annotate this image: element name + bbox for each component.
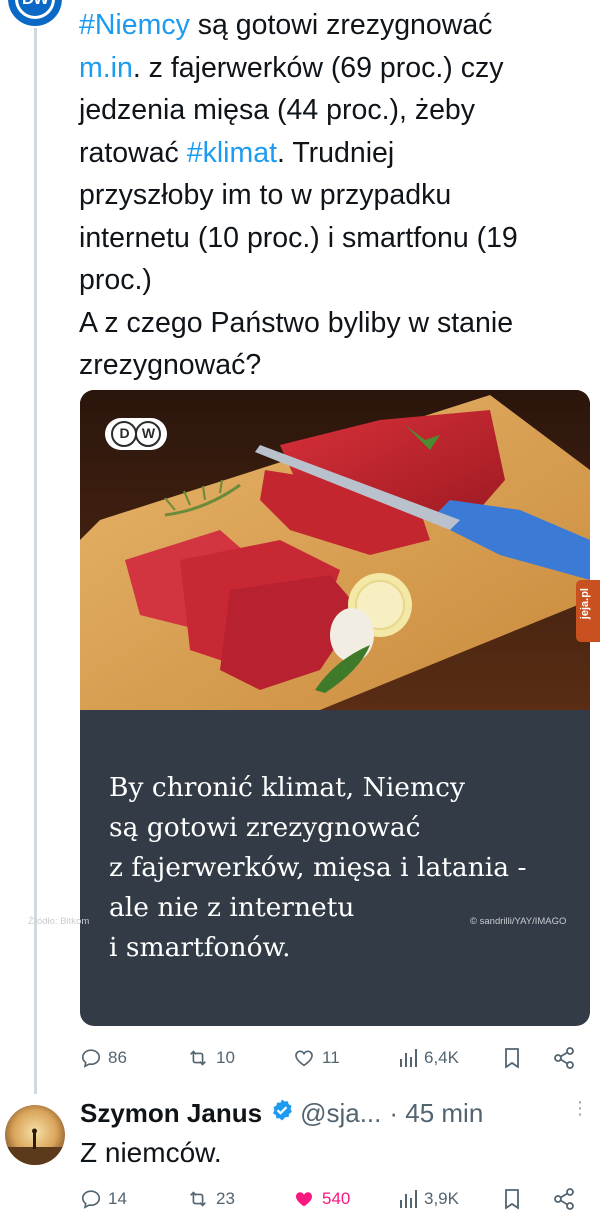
- reply-count: 14: [108, 1189, 127, 1208]
- dw-logo-w: W: [135, 421, 161, 447]
- szymon-avatar[interactable]: [5, 1105, 65, 1165]
- bookmark-button[interactable]: [502, 1043, 522, 1073]
- views-button[interactable]: 3,9K: [398, 1184, 459, 1214]
- meat-photo: DW: [80, 390, 590, 710]
- tweet-text-segment: ratować: [79, 136, 187, 169]
- tweet-text-line: zrezygnować?: [79, 344, 589, 387]
- reply-author-handle[interactable]: @sja...: [300, 1098, 381, 1129]
- share-icon: [552, 1046, 576, 1070]
- retweet-icon: [186, 1188, 210, 1210]
- reply-count: 86: [108, 1048, 127, 1067]
- hashtag-link[interactable]: m.in: [79, 52, 133, 84]
- tweet-text-segment: przyszłoby im to w przypadku: [79, 179, 452, 211]
- tweet-text-line: jedzenia mięsa (44 proc.), żeby: [79, 89, 589, 132]
- like-icon: [292, 1188, 316, 1210]
- share-button[interactable]: [552, 1043, 576, 1073]
- dw-avatar-logo: DW: [15, 0, 55, 19]
- tweet-action-bar: 86 10 11 6,4K: [80, 1043, 580, 1073]
- views-count: 3,9K: [424, 1189, 459, 1208]
- tweet-text-line: m.in. z fajerwerków (69 proc.) czy: [79, 47, 589, 90]
- share-button[interactable]: [552, 1184, 576, 1214]
- tweet-media-card[interactable]: DW By chronić klimat, Niemcy są gotowi z…: [80, 390, 590, 1026]
- share-icon: [552, 1187, 576, 1211]
- more-icon[interactable]: ⋮: [571, 1099, 589, 1117]
- tweet-text-segment: zrezygnować?: [79, 349, 262, 381]
- retweet-button[interactable]: 10: [186, 1043, 235, 1073]
- reply-button[interactable]: 14: [80, 1184, 127, 1214]
- tweet-text-segment: . Trudniej: [277, 136, 395, 169]
- reply-author-name[interactable]: Szymon Janus: [80, 1098, 262, 1129]
- dw-logo-d: D: [111, 421, 137, 447]
- media-credit: © sandrilli/YAY/IMAGO: [470, 916, 567, 927]
- views-count: 6,4K: [424, 1048, 459, 1067]
- tweet-text-segment: proc.): [79, 264, 152, 296]
- like-count: 540: [322, 1189, 351, 1208]
- jeja-watermark: jeja.pl: [576, 580, 600, 642]
- tweet-text-line: A z czego Państwo byliby w stanie: [79, 302, 589, 345]
- retweet-count: 23: [216, 1189, 235, 1208]
- like-count: 11: [322, 1048, 340, 1067]
- views-button[interactable]: 6,4K: [398, 1043, 459, 1073]
- tweet-text-line: internetu (10 proc.) i smartfonu (19: [79, 217, 589, 260]
- like-icon: [292, 1047, 316, 1069]
- reply-text: Z niemców.: [80, 1137, 222, 1168]
- reply-time[interactable]: · 45 min: [389, 1098, 483, 1129]
- headline-line: z fajerwerków, mięsa i latania -: [109, 852, 527, 883]
- retweet-icon: [186, 1047, 210, 1069]
- tweet-text: #Niemcy są gotowi zrezygnować m.in. z faj…: [79, 4, 589, 387]
- reply-action-bar: 14 23 540 3,9K: [80, 1184, 580, 1214]
- views-icon: [398, 1188, 418, 1210]
- dw-logo: DW: [105, 418, 167, 450]
- tweet-text-segment: A z czego Państwo byliby w stanie: [79, 306, 514, 339]
- dw-avatar[interactable]: DW: [8, 0, 62, 26]
- bookmark-icon: [502, 1046, 522, 1070]
- reply-button[interactable]: 86: [80, 1043, 127, 1073]
- media-source: Źródło: Bitkom: [28, 916, 90, 927]
- headline-line: są gotowi zrezygnować: [109, 812, 421, 843]
- hashtag-link[interactable]: #Niemcy: [79, 9, 190, 41]
- media-headline: By chronić klimat, Niemcy są gotowi zrez…: [109, 768, 569, 968]
- thread-line: [34, 28, 37, 1094]
- retweet-count: 10: [216, 1048, 235, 1067]
- headline-line: By chronić klimat, Niemcy: [109, 772, 465, 803]
- tweet-text-line: #Niemcy są gotowi zrezygnować: [79, 4, 589, 47]
- tweet-text-line: proc.): [79, 259, 589, 302]
- verified-badge-icon: [270, 1098, 294, 1129]
- retweet-button[interactable]: 23: [186, 1184, 235, 1214]
- tweet-text-segment: są gotowi zrezygnować: [189, 9, 493, 41]
- tweet-text-line: ratować #klimat. Trudniej: [79, 132, 589, 175]
- bookmark-button[interactable]: [502, 1184, 522, 1214]
- reply-header: Szymon Janus @sja... · 45 min: [80, 1095, 483, 1131]
- tweet-text-segment: jedzenia mięsa (44 proc.), żeby: [79, 94, 476, 126]
- like-button[interactable]: 540: [292, 1184, 350, 1214]
- like-button[interactable]: 11: [292, 1043, 340, 1073]
- reply-icon: [80, 1047, 102, 1069]
- views-icon: [398, 1047, 418, 1069]
- tweet-text-segment: internetu (10 proc.) i smartfonu (19: [79, 221, 518, 254]
- bookmark-icon: [502, 1187, 522, 1211]
- headline-line: i smartfonów.: [109, 932, 291, 963]
- tweet-text-line: przyszłoby im to w przypadku: [79, 174, 589, 217]
- watermark-text: jeja.pl: [579, 588, 591, 620]
- tweet-text-segment: . z fajerwerków (69 proc.) czy: [132, 51, 504, 84]
- reply-icon: [80, 1188, 102, 1210]
- hashtag-link[interactable]: #klimat: [187, 137, 277, 169]
